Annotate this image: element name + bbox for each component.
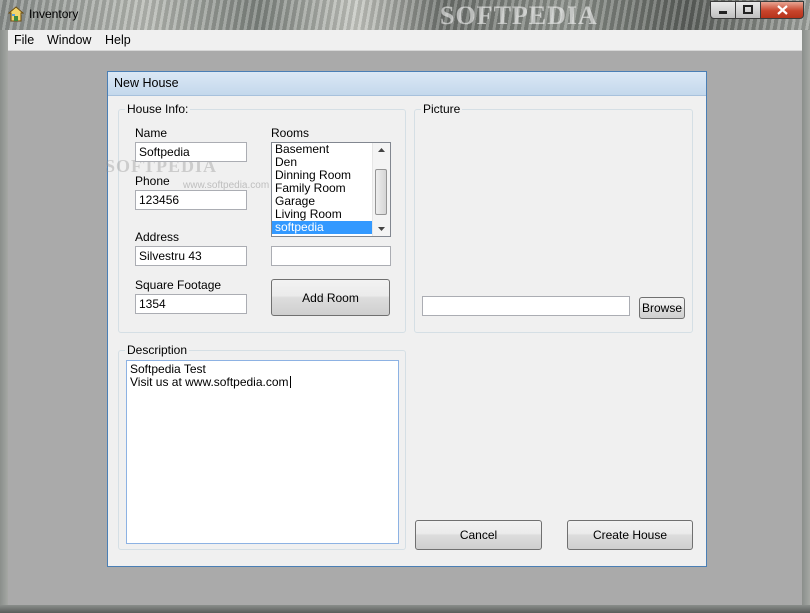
child-title-bar[interactable]: New House [108,72,706,96]
house-app-icon [8,6,24,22]
picture-legend: Picture [421,102,463,116]
new-room-input[interactable] [271,246,391,266]
name-input[interactable]: Softpedia [135,142,247,162]
child-window-title: New House [114,76,179,90]
main-window: Inventory SOFTPEDIA File Window Help New… [0,0,810,613]
phone-label: Phone [135,174,170,188]
sqft-input[interactable]: 1354 [135,294,247,314]
house-info-legend: House Info: [125,102,191,116]
create-house-button[interactable]: Create House [567,520,693,550]
picture-group: Picture Browse [414,102,693,333]
name-label: Name [135,126,168,140]
add-room-button[interactable]: Add Room [271,279,390,316]
description-legend: Description [125,343,190,357]
minimize-icon [719,11,727,14]
menu-help[interactable]: Help [105,33,131,47]
phone-input[interactable]: 123456 [135,190,247,210]
picture-path-input[interactable] [422,296,630,316]
scroll-thumb[interactable] [375,169,387,215]
house-info-group: House Info: SOFTPEDIA www.softpedia.com … [105,102,406,333]
new-house-window: New House House Info: SOFTPEDIA www.soft… [105,71,707,567]
frame-right [802,30,810,605]
title-watermark: SOFTPEDIA [440,1,598,30]
description-line-2-text: Visit us at www.softpedia.com [130,375,289,389]
description-line-2: Visit us at www.softpedia.com [130,376,395,389]
title-bar[interactable] [0,0,810,30]
menu-bar: File Window Help [8,30,802,51]
caption-buttons [710,1,804,20]
menu-window[interactable]: Window [47,33,91,47]
address-input[interactable]: Silvestru 43 [135,246,247,266]
frame-bottom [0,605,810,613]
frame-left [0,30,8,605]
scroll-up-button[interactable] [373,143,390,157]
scroll-down-button[interactable] [373,222,390,236]
description-group: Description Softpedia Test Visit us at w… [118,343,406,550]
rooms-scrollbar[interactable] [372,143,390,236]
maximize-button[interactable] [735,1,761,19]
minimize-button[interactable] [710,1,736,19]
menu-file[interactable]: File [14,33,34,47]
browse-button[interactable]: Browse [639,297,685,319]
text-caret [289,376,291,388]
list-item-selected[interactable]: softpedia [272,221,373,234]
sqft-label: Square Footage [135,278,222,292]
window-title: Inventory [29,7,79,21]
rooms-label: Rooms [271,126,310,140]
address-label: Address [135,230,180,244]
close-button[interactable] [760,1,804,19]
maximize-icon [743,5,753,14]
close-icon [776,5,788,15]
chevron-down-icon [378,227,385,231]
description-textarea[interactable]: Softpedia Test Visit us at www.softpedia… [126,360,399,544]
chevron-up-icon [378,148,385,152]
cancel-button[interactable]: Cancel [415,520,542,550]
rooms-listbox[interactable]: Basement Den Dinning Room Family Room Ga… [271,142,391,237]
